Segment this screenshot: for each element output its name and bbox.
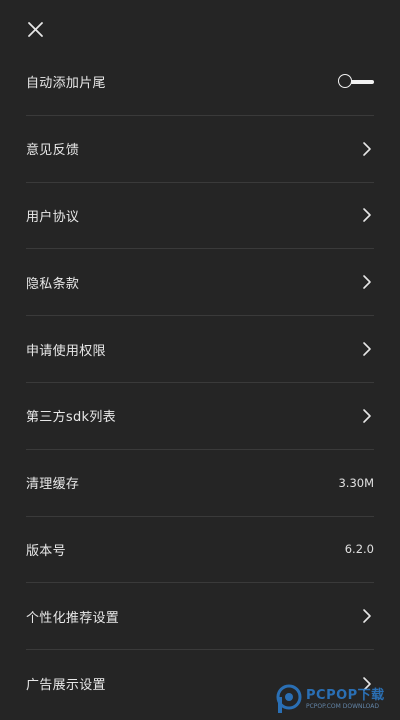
- auto-outro-toggle[interactable]: [338, 73, 374, 91]
- settings-row-label: 第三方sdk列表: [26, 410, 116, 426]
- close-button[interactable]: [22, 16, 48, 42]
- chevron-right-icon: [363, 342, 371, 356]
- settings-row-label: 清理缓存: [26, 477, 80, 493]
- cache-size-value: 3.30M: [338, 475, 374, 490]
- pcpop-logo-icon: [276, 684, 302, 713]
- settings-row-label: 版本号: [26, 543, 66, 559]
- watermark-text: PCPOP下载: [306, 687, 385, 703]
- settings-row-label: 广告展示设置: [26, 678, 106, 694]
- settings-row-feedback[interactable]: 意见反馈: [26, 116, 374, 183]
- settings-row-label: 意见反馈: [26, 143, 80, 159]
- chevron-right-icon: [363, 208, 371, 223]
- settings-list: 自动添加片尾 意见反馈 用户协议 隐私条款 申请使用权限 第三方sdk列表 清理…: [26, 49, 374, 717]
- watermark-subtext: PCPOP.COM DOWNLOAD: [306, 702, 379, 710]
- toggle-track: [350, 79, 374, 84]
- settings-row-label: 个性化推荐设置: [26, 610, 120, 626]
- chevron-right-icon: [363, 609, 371, 624]
- chevron-right-icon: [363, 141, 371, 156]
- settings-row-label: 申请使用权限: [26, 343, 106, 359]
- settings-row-privacy-terms[interactable]: 隐私条款: [26, 249, 374, 317]
- pcpop-watermark: PCPOP下载 PCPOP.COM DOWNLOAD: [276, 684, 385, 714]
- settings-row-auto-outro[interactable]: 自动添加片尾: [26, 49, 374, 116]
- settings-row-user-agreement[interactable]: 用户协议: [26, 183, 374, 250]
- settings-row-label: 隐私条款: [26, 276, 80, 292]
- settings-row-third-party-sdk[interactable]: 第三方sdk列表: [26, 383, 374, 450]
- chevron-right-icon: [363, 409, 371, 423]
- settings-row-personalized-recommendation[interactable]: 个性化推荐设置: [26, 583, 374, 651]
- settings-row-permissions[interactable]: 申请使用权限: [26, 316, 374, 383]
- settings-row-clear-cache[interactable]: 清理缓存 3.30M: [26, 450, 374, 517]
- settings-row-label: 用户协议: [26, 209, 80, 225]
- settings-row-label: 自动添加片尾: [26, 76, 106, 92]
- chevron-right-icon: [363, 275, 371, 290]
- settings-row-version: 版本号 6.2.0: [26, 517, 374, 584]
- close-icon: [28, 22, 43, 37]
- version-value: 6.2.0: [344, 542, 374, 557]
- toggle-knob: [338, 73, 352, 88]
